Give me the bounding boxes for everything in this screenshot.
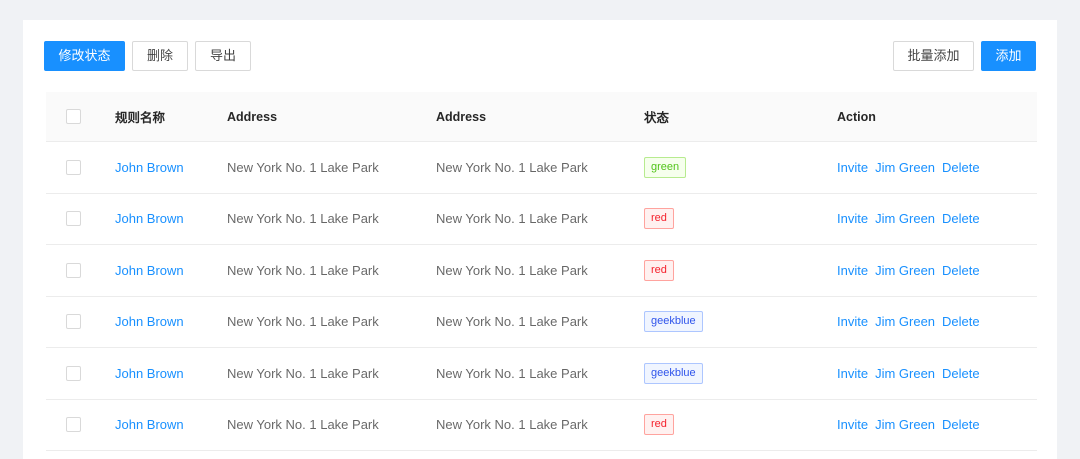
table-row: John Brown New York No. 1 Lake Park New … (46, 194, 1037, 245)
row-status-cell: red (644, 400, 674, 451)
row-actions-cell: Invite Jim Green Delete (837, 194, 987, 245)
invite-link[interactable]: Invite (837, 211, 868, 226)
table-body: John Brown New York No. 1 Lake Park New … (46, 142, 1037, 451)
status-tag: red (644, 208, 674, 230)
row-status-cell: geekblue (644, 297, 703, 348)
table-header: 规则名称 Address Address 状态 Action (46, 92, 1037, 142)
row-name-cell: John Brown (115, 142, 184, 193)
delete-button[interactable]: 删除 (132, 41, 188, 71)
jim-green-link[interactable]: Jim Green (875, 366, 935, 381)
row-actions-cell: Invite Jim Green Delete (837, 142, 987, 193)
row-select-cell (66, 245, 81, 296)
row-select-cell (66, 400, 81, 451)
row-select-cell (66, 348, 81, 399)
row-name-cell: John Brown (115, 245, 184, 296)
table-toolbar: 修改状态 删除 导出 批量添加 添加 (44, 41, 1036, 71)
row-address-cell-2: New York No. 1 Lake Park (436, 417, 588, 433)
row-address-cell-2: New York No. 1 Lake Park (436, 314, 588, 330)
row-name-cell: John Brown (115, 400, 184, 451)
jim-green-link[interactable]: Jim Green (875, 160, 935, 175)
delete-link[interactable]: Delete (942, 417, 980, 432)
invite-link[interactable]: Invite (837, 263, 868, 278)
row-name-cell: John Brown (115, 348, 184, 399)
row-name-link[interactable]: John Brown (115, 417, 184, 432)
invite-link[interactable]: Invite (837, 314, 868, 329)
row-checkbox[interactable] (66, 211, 81, 227)
rules-table: 规则名称 Address Address 状态 Action John Brow… (46, 92, 1037, 451)
row-select-cell (66, 297, 81, 348)
status-tag: red (644, 414, 674, 436)
modify-status-button[interactable]: 修改状态 (44, 41, 125, 71)
table-row: John Brown New York No. 1 Lake Park New … (46, 142, 1037, 194)
column-header-address[interactable]: Address (227, 92, 277, 141)
select-all-cell (66, 92, 81, 141)
invite-link[interactable]: Invite (837, 417, 868, 432)
row-address-cell-2: New York No. 1 Lake Park (436, 262, 588, 278)
status-tag: red (644, 259, 674, 281)
row-name-link[interactable]: John Brown (115, 366, 184, 381)
row-checkbox[interactable] (66, 159, 81, 175)
row-address-cell: New York No. 1 Lake Park (227, 211, 379, 227)
delete-link[interactable]: Delete (942, 314, 980, 329)
jim-green-link[interactable]: Jim Green (875, 211, 935, 226)
table-row: John Brown New York No. 1 Lake Park New … (46, 297, 1037, 348)
add-button[interactable]: 添加 (981, 41, 1036, 71)
jim-green-link[interactable]: Jim Green (875, 417, 935, 432)
row-status-cell: geekblue (644, 348, 703, 399)
batch-add-button[interactable]: 批量添加 (893, 41, 974, 71)
invite-link[interactable]: Invite (837, 160, 868, 175)
table-row: John Brown New York No. 1 Lake Park New … (46, 245, 1037, 297)
row-name-link[interactable]: John Brown (115, 160, 184, 175)
row-select-cell (66, 142, 81, 193)
jim-green-link[interactable]: Jim Green (875, 263, 935, 278)
column-header-status[interactable]: 状态 (644, 92, 669, 141)
row-name-cell: John Brown (115, 194, 184, 245)
row-checkbox[interactable] (66, 262, 81, 278)
jim-green-link[interactable]: Jim Green (875, 314, 935, 329)
row-address-cell-2: New York No. 1 Lake Park (436, 159, 588, 175)
row-name-cell: John Brown (115, 297, 184, 348)
row-actions-cell: Invite Jim Green Delete (837, 245, 987, 296)
table-row: John Brown New York No. 1 Lake Park New … (46, 400, 1037, 451)
status-tag: geekblue (644, 311, 703, 333)
row-name-link[interactable]: John Brown (115, 263, 184, 278)
row-checkbox[interactable] (66, 314, 81, 330)
row-address-cell: New York No. 1 Lake Park (227, 365, 379, 381)
invite-link[interactable]: Invite (837, 366, 868, 381)
status-tag: geekblue (644, 362, 703, 384)
select-all-checkbox[interactable] (66, 109, 81, 124)
rules-table-card: 修改状态 删除 导出 批量添加 添加 规则名称 Address Address … (23, 20, 1057, 459)
column-header-name[interactable]: 规则名称 (115, 92, 165, 141)
delete-link[interactable]: Delete (942, 160, 980, 175)
row-select-cell (66, 194, 81, 245)
row-name-link[interactable]: John Brown (115, 314, 184, 329)
row-status-cell: red (644, 194, 674, 245)
row-address-cell: New York No. 1 Lake Park (227, 159, 379, 175)
row-status-cell: red (644, 245, 674, 296)
column-header-action: Action (837, 109, 876, 124)
export-button[interactable]: 导出 (195, 41, 251, 71)
delete-link[interactable]: Delete (942, 366, 980, 381)
table-row: John Brown New York No. 1 Lake Park New … (46, 348, 1037, 400)
row-address-cell: New York No. 1 Lake Park (227, 262, 379, 278)
row-address-cell-2: New York No. 1 Lake Park (436, 365, 588, 381)
row-status-cell: green (644, 142, 687, 193)
row-address-cell: New York No. 1 Lake Park (227, 314, 379, 330)
row-checkbox[interactable] (66, 417, 81, 433)
row-actions-cell: Invite Jim Green Delete (837, 297, 987, 348)
column-header-address-2[interactable]: Address (436, 92, 486, 141)
row-actions-cell: Invite Jim Green Delete (837, 400, 987, 451)
row-checkbox[interactable] (66, 365, 81, 381)
row-address-cell-2: New York No. 1 Lake Park (436, 211, 588, 227)
row-address-cell: New York No. 1 Lake Park (227, 417, 379, 433)
row-name-link[interactable]: John Brown (115, 211, 184, 226)
delete-link[interactable]: Delete (942, 263, 980, 278)
status-tag: green (644, 156, 687, 178)
delete-link[interactable]: Delete (942, 211, 980, 226)
row-actions-cell: Invite Jim Green Delete (837, 348, 987, 399)
